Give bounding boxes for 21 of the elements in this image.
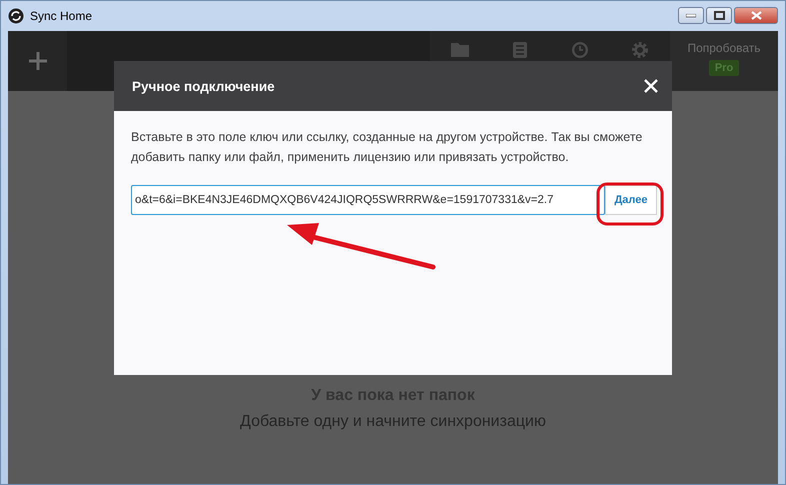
highlight-ring bbox=[596, 182, 664, 226]
window-title: Sync Home bbox=[30, 9, 94, 23]
minimize-button[interactable] bbox=[678, 7, 704, 24]
try-label: Попробовать bbox=[687, 41, 761, 55]
settings-icon bbox=[632, 42, 648, 58]
next-button[interactable]: Далее bbox=[605, 185, 657, 215]
dialog-title: Ручное подключение bbox=[132, 78, 275, 94]
minimize-icon bbox=[686, 14, 696, 18]
close-button[interactable] bbox=[642, 77, 660, 95]
clock-icon bbox=[572, 42, 588, 58]
add-button[interactable] bbox=[8, 31, 67, 91]
maximize-button[interactable] bbox=[706, 7, 732, 24]
document-icon bbox=[513, 42, 527, 58]
maximize-icon bbox=[714, 11, 724, 20]
sync-icon bbox=[8, 8, 24, 24]
folder-icon bbox=[451, 42, 469, 57]
close-button[interactable] bbox=[734, 7, 778, 24]
plus-icon bbox=[28, 51, 48, 71]
dialog-description: Вставьте в это поле ключ или ссылку, созданные на другом устройстве. Так вы сможете добавить папку или файл, применить лицензию или привязать устройство. bbox=[131, 129, 644, 166]
link-input-field[interactable]: o&t=6&i=BKE4N3JE46DMQXQB6V424JIQRQ5SWRRRW&e=1591707331&v=2.7 bbox=[131, 185, 605, 215]
close-icon bbox=[750, 11, 762, 20]
